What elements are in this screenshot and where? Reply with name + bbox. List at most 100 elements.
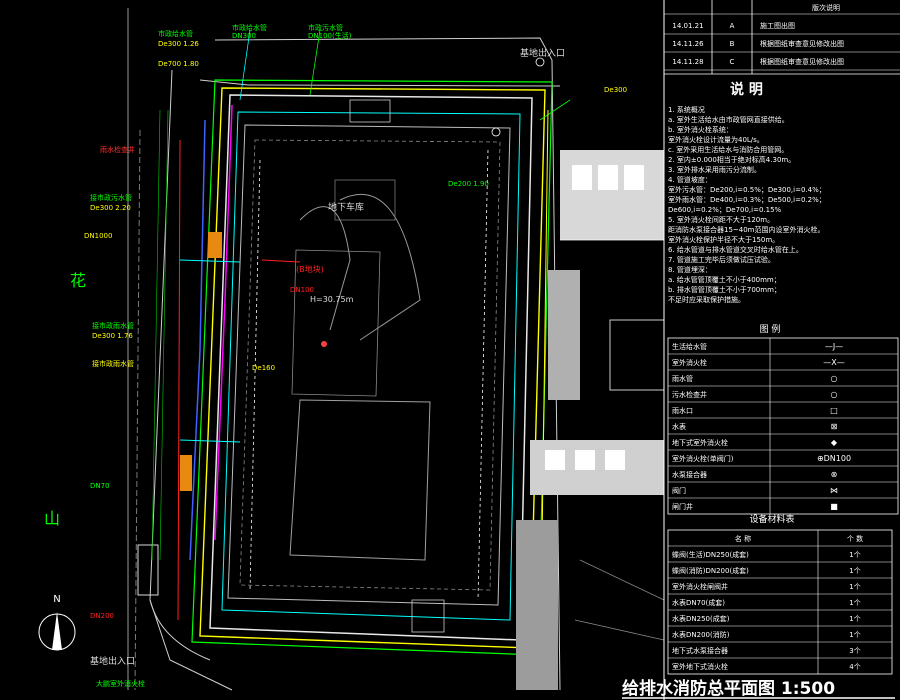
rev-date: 14.11.26 [672, 40, 704, 48]
legend-label: 水泵接合器 [672, 470, 707, 479]
note-line: 7. 管道施工完毕后须做试压试验。 [668, 255, 775, 264]
legend-symbol: ⊗ [831, 470, 838, 479]
pipe-label: DN300 [232, 32, 256, 40]
pipe-label: 接市政雨水管 [92, 359, 134, 368]
note-line: 室外消火栓设计流量为40L/s。 [668, 135, 764, 144]
equipment-qty: 1个 [849, 551, 860, 559]
legend-symbol: ○ [831, 390, 838, 399]
equipment-qty: 1个 [849, 615, 860, 623]
legend-symbol: ⊕DN100 [817, 454, 851, 463]
pipe-label: DN100 [290, 286, 314, 294]
notes-title: 说 明 [730, 81, 763, 98]
equipment-qty: 1个 [849, 599, 860, 607]
pipe-label: De300 2.20 [90, 204, 131, 212]
note-line: a. 室外生活给水由市政管网直接供给。 [668, 115, 789, 124]
pipe-label: 市政污水管 [308, 23, 343, 32]
legend-label: 雨水口 [672, 406, 693, 415]
note-line: 3. 室外排水采用雨污分流制。 [668, 165, 761, 174]
legend-symbol: ⋈ [830, 486, 838, 495]
legend-label: 室外消火栓 [672, 358, 707, 367]
equipment-title: 设备材料表 [749, 513, 794, 525]
pump-room-label: (B地块) [296, 264, 324, 274]
rev-description: 根据图纸审查意见修改出图 [760, 39, 844, 48]
equipment-name: 水表DN250(成套) [672, 614, 730, 623]
pipe-label: 市政给水管 [158, 29, 193, 38]
note-line: 室外污水管：De200,i=0.5%；De300,i=0.4%； [668, 185, 826, 194]
compass-label: N [53, 594, 60, 605]
legend-symbol: —J— [825, 342, 843, 351]
legend-symbol: ◆ [831, 438, 838, 447]
note-line: 4. 管道坡度： [668, 175, 712, 184]
legend-title: 图 例 [760, 323, 781, 335]
legend-label: 阀门 [672, 486, 686, 495]
equipment-qty: 4个 [849, 663, 860, 671]
pipe-label: 大鹏室外消火栓 [96, 679, 145, 688]
legend-label: 地下式室外消火栓 [672, 438, 728, 447]
equipment-name: 水表DN200(消防) [672, 630, 730, 639]
note-line: 室外雨水管：De400,i=0.3%；De500,i=0.2%； [668, 195, 826, 204]
equipment-name: 蝶阀(消防)DN200(成套) [672, 566, 749, 575]
height-note-label: H=30.75m [310, 295, 354, 304]
note-line: a. 给水管管顶覆土不小于400mm； [668, 275, 781, 284]
note-line: De600,i=0.2%；De700,i=0.15% [668, 206, 782, 214]
pipe-label: 市政给水管 [232, 23, 267, 32]
legend-label: 水表 [672, 422, 686, 431]
entrance-top-label: 基地出入口 [520, 47, 565, 59]
rev-date: 14.01.21 [672, 22, 703, 30]
note-line: 6. 给水管道与排水管道交叉时给水管在上。 [668, 245, 803, 254]
note-line: b. 室外消火栓系统： [668, 125, 733, 134]
note-line: 1. 系统概况 [668, 105, 705, 114]
plan-title: 给排水消防总平面图 1:500 [622, 678, 835, 699]
pipe-label: DN70 [90, 482, 110, 490]
pipe-label: De160 [252, 364, 275, 372]
equipment-qty: 1个 [849, 583, 860, 591]
note-line: 距消防水泵接合器15~40m范围内设室外消火栓。 [668, 225, 825, 234]
pipe-label: De700 1.80 [158, 60, 199, 68]
equipment-name: 地下式水泵接合器 [672, 646, 728, 655]
site-label-shan: 山 [44, 509, 60, 528]
equipment-header-name: 名 称 [735, 534, 751, 543]
note-line: b. 排水管管顶覆土不小于700mm； [668, 285, 781, 294]
pipe-label: De300 1.76 [92, 332, 133, 340]
legend-symbol: ⊠ [831, 422, 838, 431]
equipment-qty: 1个 [849, 567, 860, 575]
legend-symbol: □ [830, 406, 838, 415]
pipe-label: De200 1.90 [448, 180, 489, 188]
note-line: 2. 室内±0.000相当于绝对标高4.30m。 [668, 155, 795, 164]
pipe-label: DN1000 [84, 232, 112, 240]
legend-symbol: ○ [831, 374, 838, 383]
equipment-qty: 3个 [849, 647, 860, 655]
pipe-label: DN200 [90, 612, 114, 620]
legend-label: 室外消火栓(单阀门) [672, 454, 734, 463]
rev-description: 施工图出图 [760, 21, 795, 30]
site-label-hua: 花 [70, 271, 86, 290]
rev-version: A [730, 22, 735, 30]
pipe-label: 雨水检查井 [100, 145, 135, 154]
cad-drawing: N 花 山 基地出入口 基地出入口 地下车库 (B地块) H=30.75m 市政… [0, 0, 900, 700]
legend-label: 闸门井 [672, 502, 693, 511]
equipment-name: 蝶阀(生活)DN250(成套) [672, 550, 749, 559]
equipment-qty: 1个 [849, 631, 860, 639]
note-line: 室外消火栓保护半径不大于150m。 [668, 235, 779, 244]
legend-symbol: ■ [830, 502, 838, 511]
legend-symbol: —X— [823, 358, 844, 367]
entrance-bottom-label: 基地出入口 [90, 655, 135, 667]
note-line: 不足时应采取保护措施。 [668, 295, 745, 304]
pipe-label: 接市政污水管 [90, 193, 132, 202]
rev-header-desc: 版次说明 [812, 3, 840, 12]
pipe-label: De300 [604, 86, 627, 94]
pipe-label: 接市政雨水管 [92, 321, 134, 330]
pipe-label: De300 1.26 [158, 40, 199, 48]
rev-date: 14.11.28 [672, 58, 703, 66]
legend-label: 雨水管 [672, 374, 693, 383]
legend-label: 生活给水管 [672, 342, 707, 351]
equipment-name: 室外地下式消火栓 [672, 662, 728, 671]
equipment-name: 水表DN70(成套) [672, 598, 725, 607]
rev-description: 根据图纸审查意见修改出图 [760, 57, 844, 66]
note-line: 8. 管道埋深： [668, 265, 712, 274]
rev-version: C [730, 58, 735, 66]
main-building-label: 地下车库 [328, 201, 364, 213]
note-line: c. 室外采用生活给水与消防合用管网。 [668, 145, 788, 154]
equipment-header-qty: 个 数 [847, 534, 863, 543]
pipe-label: DN100(生活) [308, 31, 352, 40]
